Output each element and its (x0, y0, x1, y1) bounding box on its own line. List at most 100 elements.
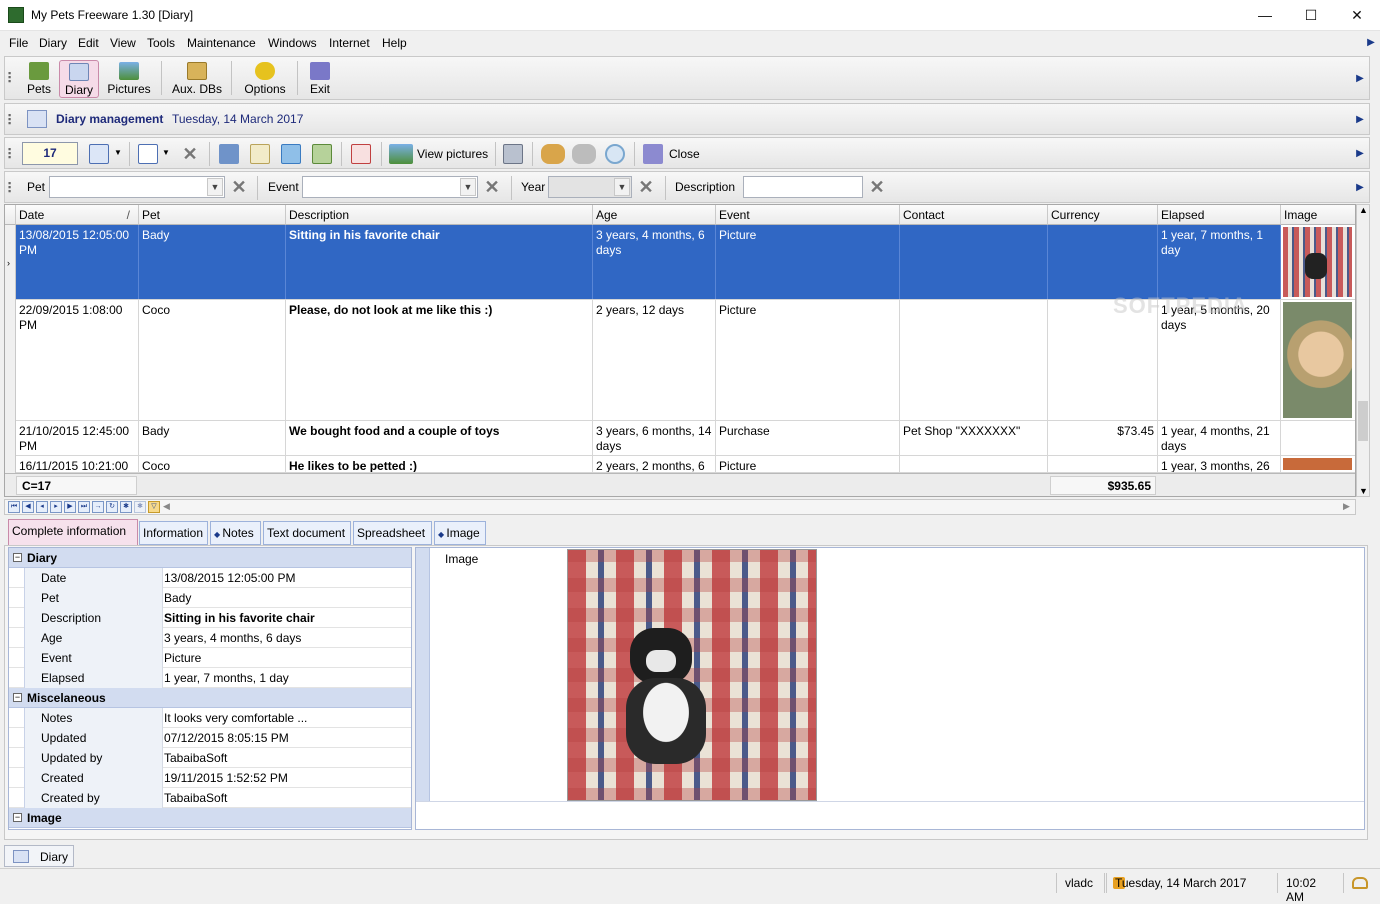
collapse-icon[interactable]: − (13, 693, 22, 702)
tab-complete-information[interactable]: Complete information (8, 519, 138, 545)
tab-notes[interactable]: ◆ Notes (210, 521, 261, 545)
aux-dbs-button[interactable]: Aux. DBs (169, 60, 225, 98)
clear-description-filter-icon[interactable]: ✕ (867, 177, 887, 197)
column-header-currency[interactable]: Currency (1048, 205, 1158, 225)
category-image[interactable]: − Image (9, 808, 411, 828)
minimize-button[interactable]: — (1242, 0, 1288, 31)
info-icon[interactable] (138, 144, 158, 164)
property-row[interactable]: Description Sitting in his favorite chair (9, 608, 411, 628)
options-button[interactable]: Options (241, 60, 289, 98)
goto-bookmark-icon[interactable]: ✱ (134, 501, 146, 513)
menu-windows[interactable]: Windows (268, 36, 317, 50)
scroll-right-icon[interactable]: ▶ (1343, 501, 1350, 512)
scroll-left-icon[interactable]: ◀ (163, 501, 170, 512)
grip-icon[interactable]: ▪ ▪ ▪ (8, 145, 12, 162)
chevron-right-icon[interactable]: ▶ (1355, 148, 1365, 159)
table-row[interactable]: 21/10/2015 12:45:00 PM Bady We bought fo… (16, 421, 1355, 456)
delete-icon[interactable]: ✕ (180, 144, 200, 164)
table-row[interactable]: 16/11/2015 10:21:00 Coco He likes to be … (16, 456, 1355, 473)
menu-maintenance[interactable]: Maintenance (187, 36, 256, 50)
menu-diary[interactable]: Diary (39, 36, 67, 50)
scrollbar-thumb[interactable] (1358, 401, 1368, 441)
filter-icon[interactable]: ▽ (148, 501, 160, 513)
property-row[interactable]: Notes It looks very comfortable ... (9, 708, 411, 728)
tab-image[interactable]: ◆ Image (434, 521, 486, 545)
property-row[interactable]: Event Picture (9, 648, 411, 668)
diary-button[interactable]: Diary (59, 60, 99, 98)
pictures-button[interactable]: Pictures (103, 60, 155, 98)
grip-icon[interactable]: ▪ ▪ ▪ (8, 179, 12, 196)
print-icon[interactable] (503, 144, 523, 164)
property-row[interactable]: Created 19/11/2015 1:52:52 PM (9, 768, 411, 788)
close-window-button[interactable]: ✕ (1334, 0, 1380, 31)
description-filter-input[interactable] (743, 176, 863, 198)
close-button[interactable]: Close (669, 147, 700, 161)
first-record-icon[interactable]: ⏮ (8, 501, 20, 513)
menu-internet[interactable]: Internet (329, 36, 370, 50)
favorites-icon[interactable] (541, 144, 565, 164)
pets-button[interactable]: Pets (21, 60, 57, 98)
grip-icon[interactable]: ▪ ▪ ▪ (8, 111, 12, 128)
column-header-date[interactable]: Date / (16, 205, 139, 225)
property-row[interactable]: Created by TabaibaSoft (9, 788, 411, 808)
grip-icon[interactable]: ▪ ▪ ▪ (8, 69, 12, 86)
menu-file[interactable]: File (9, 36, 28, 50)
column-header-age[interactable]: Age (593, 205, 716, 225)
window-tab-diary[interactable]: Diary (4, 845, 74, 867)
next-arrow-icon[interactable]: → (92, 501, 104, 513)
clear-event-filter-icon[interactable]: ✕ (482, 177, 502, 197)
property-row[interactable]: Date 13/08/2015 12:05:00 PM (9, 568, 411, 588)
grid-vertical-scrollbar[interactable]: ▲ ▼ (1356, 204, 1370, 497)
category-miscelaneous[interactable]: − Miscelaneous (9, 688, 411, 708)
menu-help[interactable]: Help (382, 36, 407, 50)
property-row[interactable]: Elapsed 1 year, 7 months, 1 day (9, 668, 411, 688)
property-row[interactable]: Pet Bady (9, 588, 411, 608)
column-header-pet[interactable]: Pet (139, 205, 286, 225)
remove-icon[interactable] (351, 144, 371, 164)
column-header-description[interactable]: Description (286, 205, 593, 225)
column-header-image[interactable]: Image (1281, 205, 1355, 225)
last-record-icon[interactable]: ⏭ (78, 501, 90, 513)
chevron-right-icon[interactable]: ▶ (1355, 182, 1365, 193)
folder-icon[interactable] (312, 144, 332, 164)
scroll-down-icon[interactable]: ▼ (1359, 486, 1368, 496)
prior-page-icon[interactable]: ◀ (22, 501, 34, 513)
tab-information[interactable]: Information (139, 521, 208, 545)
next-page-icon[interactable]: ▶ (64, 501, 76, 513)
exit-button[interactable]: Exit (305, 60, 335, 98)
category-diary[interactable]: − Diary (9, 548, 411, 568)
column-header-event[interactable]: Event (716, 205, 900, 225)
year-filter-select[interactable]: ▼ (548, 176, 632, 198)
pet-filter-select[interactable]: ▼ (49, 176, 225, 198)
search-icon[interactable] (605, 144, 625, 164)
clear-pet-filter-icon[interactable]: ✕ (229, 177, 249, 197)
monitor-icon[interactable] (219, 144, 239, 164)
add-icon[interactable] (281, 144, 301, 164)
chevron-right-icon[interactable]: ▶ (1366, 37, 1376, 48)
chevron-right-icon[interactable]: ▶ (1355, 114, 1365, 125)
next-record-icon[interactable]: ▸ (50, 501, 62, 513)
maximize-button[interactable]: ☐ (1288, 0, 1334, 31)
column-header-contact[interactable]: Contact (900, 205, 1048, 225)
edit-icon[interactable] (250, 144, 270, 164)
column-header-elapsed[interactable]: Elapsed (1158, 205, 1281, 225)
chevron-right-icon[interactable]: ▶ (1355, 73, 1365, 84)
grid-view-icon[interactable] (89, 144, 109, 164)
menu-view[interactable]: View (110, 36, 136, 50)
clear-year-filter-icon[interactable]: ✕ (636, 177, 656, 197)
favorites-disabled-icon[interactable] (572, 144, 596, 164)
dropdown-arrow-icon[interactable]: ▼ (162, 148, 170, 157)
tab-text-document[interactable]: Text document (263, 521, 351, 545)
table-row[interactable]: 13/08/2015 12:05:00 PM Bady Sitting in h… (16, 225, 1355, 300)
scroll-up-icon[interactable]: ▲ (1359, 205, 1368, 215)
collapse-icon[interactable]: − (13, 553, 22, 562)
prior-record-icon[interactable]: ◂ (36, 501, 48, 513)
property-row[interactable]: Age 3 years, 4 months, 6 days (9, 628, 411, 648)
menu-tools[interactable]: Tools (147, 36, 175, 50)
event-filter-select[interactable]: ▼ (302, 176, 478, 198)
collapse-icon[interactable]: − (13, 813, 22, 822)
property-row[interactable]: Updated 07/12/2015 8:05:15 PM (9, 728, 411, 748)
resize-grip-icon[interactable] (1343, 873, 1373, 893)
view-pictures-button[interactable]: View pictures (417, 147, 488, 161)
bookmark-icon[interactable]: ✱ (120, 501, 132, 513)
